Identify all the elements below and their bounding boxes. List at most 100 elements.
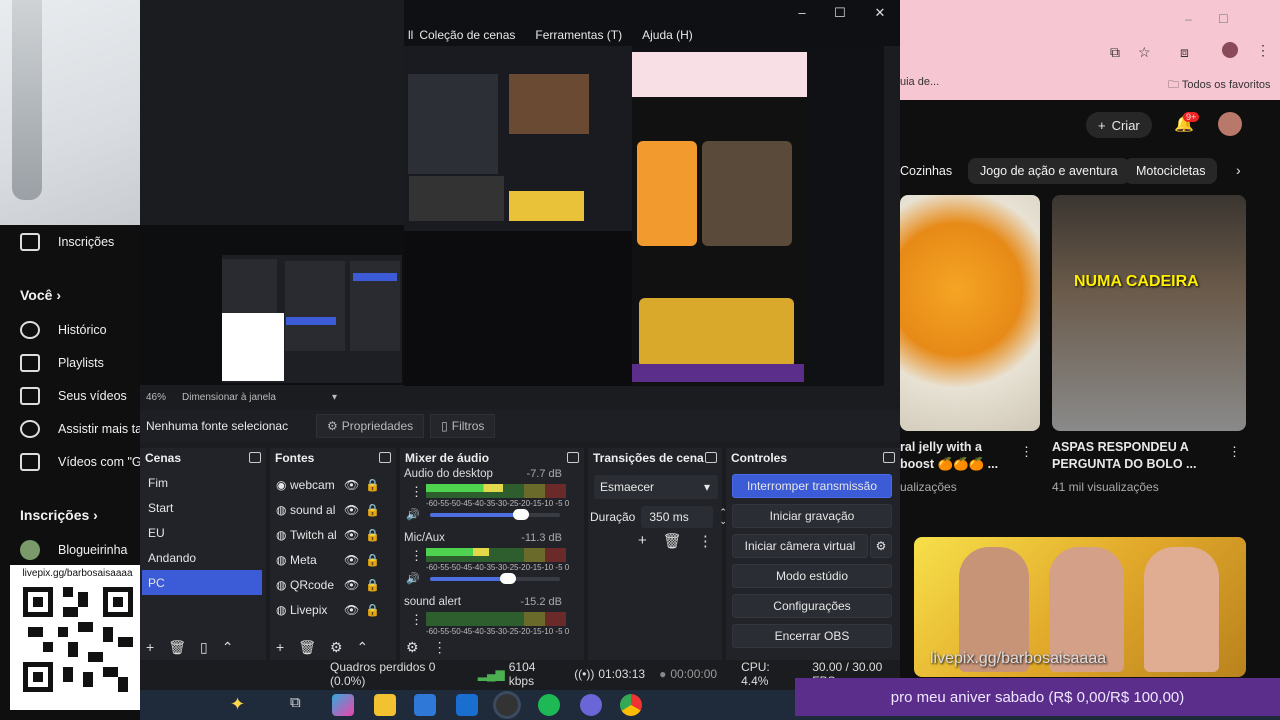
sidebar-item-liked[interactable]: Vídeos com "G <box>20 453 142 471</box>
minimize-icon[interactable]: – <box>1185 12 1192 26</box>
copilot-sparkle-icon[interactable]: ✦ <box>230 694 252 716</box>
video-title[interactable]: ral jelly with a boost 🍊🍊🍊 ... <box>900 439 1018 473</box>
discord-icon[interactable] <box>580 694 602 716</box>
folder-icon[interactable] <box>374 694 396 716</box>
sidebar-you-heading[interactable]: Você › <box>20 287 61 303</box>
lock-icon[interactable]: 🔒 <box>365 528 380 542</box>
eye-icon[interactable]: 👁 <box>344 603 359 617</box>
eye-icon[interactable]: 👁 <box>344 553 359 567</box>
add-icon[interactable]: + <box>146 639 154 655</box>
menu-dots-icon[interactable]: ⋮ <box>1256 42 1270 59</box>
tab-title[interactable]: uia de... <box>900 76 939 88</box>
scene-item[interactable]: Andando <box>142 545 264 570</box>
source-item[interactable]: ◍ sound al 👁 🔒 <box>270 497 396 522</box>
chip-action-games[interactable]: Jogo de ação e aventura <box>968 158 1130 184</box>
sidebar-channel[interactable]: Blogueirinha <box>20 540 128 560</box>
star-icon[interactable]: ☆ <box>1138 44 1151 61</box>
scene-item-selected[interactable]: PC <box>142 570 262 595</box>
start-recording-button[interactable]: Iniciar gravação <box>732 504 892 528</box>
menu-dots-icon[interactable]: ⋮ <box>1020 444 1033 460</box>
video-title[interactable]: ASPAS RESPONDEU A PERGUNTA DO BOLO ... <box>1052 439 1222 473</box>
preview-canvas-left[interactable] <box>140 225 404 385</box>
menu-dots-icon[interactable]: ⋮ <box>410 484 423 500</box>
chevron-up-icon[interactable]: ⌃ <box>222 639 234 656</box>
source-item[interactable]: ◍ Meta 👁 🔒 <box>270 547 396 572</box>
scene-item[interactable]: Start <box>142 495 264 520</box>
volume-slider-handle[interactable] <box>513 509 529 520</box>
volume-slider-handle[interactable] <box>500 573 516 584</box>
sidebar-subscriptions-heading[interactable]: Inscrições › <box>20 507 98 523</box>
lock-icon[interactable]: 🔒 <box>365 553 380 567</box>
chrome-icon[interactable] <box>620 694 642 716</box>
gear-icon[interactable]: ⚙ <box>330 639 343 656</box>
lock-icon[interactable]: 🔒 <box>365 478 380 492</box>
virtual-camera-settings-button[interactable]: ⚙ <box>870 534 892 558</box>
chevron-up-icon[interactable]: ⌃ <box>357 639 369 656</box>
undock-icon[interactable] <box>379 452 391 463</box>
add-icon[interactable]: + <box>638 532 647 550</box>
gear-icon[interactable]: ⚙ <box>406 639 419 656</box>
bookmarks-folder[interactable]: 🗀 Todos os favoritos <box>1168 76 1271 95</box>
eye-icon[interactable]: 👁 <box>344 478 359 492</box>
undock-icon[interactable] <box>249 452 261 463</box>
sidebar-item-playlists[interactable]: Playlists <box>20 354 104 372</box>
scene-item[interactable]: Fim <box>142 470 264 495</box>
obs-icon[interactable] <box>496 694 518 716</box>
chevron-right-icon[interactable]: › <box>1236 162 1241 178</box>
exit-obs-button[interactable]: Encerrar OBS <box>732 624 892 648</box>
volume-slider[interactable] <box>430 573 560 584</box>
speaker-icon[interactable]: 🔊 <box>406 572 420 585</box>
menu-dots-icon[interactable]: ⋮ <box>698 532 713 550</box>
menu-dots-icon[interactable]: ⋮ <box>1228 444 1241 460</box>
add-icon[interactable]: + <box>276 639 284 655</box>
duration-input[interactable]: 350 ms <box>641 506 714 528</box>
stop-streaming-button[interactable]: Interromper transmissão <box>732 474 892 498</box>
speaker-icon[interactable]: 🔊 <box>406 508 420 521</box>
extensions-icon[interactable]: ⧈ <box>1180 44 1189 61</box>
preview-canvas[interactable] <box>404 46 884 386</box>
profile-avatar[interactable] <box>1222 42 1238 58</box>
trash-icon[interactable]: 🗑 <box>298 639 316 656</box>
volume-slider[interactable] <box>430 509 560 520</box>
chip-motorcycles[interactable]: Motocicletas <box>1124 158 1218 184</box>
undock-icon[interactable] <box>567 452 579 463</box>
settings-button[interactable]: Configurações <box>732 594 892 618</box>
properties-button[interactable]: ⚙ Propriedades <box>316 414 425 438</box>
close-icon[interactable]: ✕ <box>870 5 890 21</box>
sidebar-item-your-videos[interactable]: Seus vídeos <box>20 387 127 405</box>
copilot-icon[interactable] <box>332 694 354 716</box>
menu-dots-icon[interactable]: ⋮ <box>410 612 423 628</box>
lock-icon[interactable]: 🔒 <box>365 503 380 517</box>
source-item[interactable]: ◍ Twitch al 👁 🔒 <box>270 522 396 547</box>
eye-icon[interactable]: 👁 <box>344 578 359 592</box>
undock-icon[interactable] <box>883 452 895 463</box>
create-button[interactable]: + Criar <box>1086 112 1152 138</box>
lock-icon[interactable]: 🔒 <box>365 578 380 592</box>
undock-icon[interactable] <box>705 452 717 463</box>
chip-cozinhas[interactable]: Cozinhas <box>900 158 952 184</box>
start-virtual-camera-button[interactable]: Iniciar câmera virtual <box>732 534 868 558</box>
source-item[interactable]: ◉ webcam 👁 🔒 <box>270 472 396 497</box>
sidebar-item-history[interactable]: Histórico <box>20 321 107 339</box>
minimize-icon[interactable]: – <box>792 5 812 20</box>
sidebar-item-watch-later[interactable]: Assistir mais ta <box>20 420 142 438</box>
store-icon[interactable] <box>414 694 436 716</box>
spotify-icon[interactable] <box>538 694 560 716</box>
eye-icon[interactable]: 👁 <box>344 503 359 517</box>
transition-select[interactable]: Esmaecer ▾ <box>594 475 718 499</box>
menu-dots-icon[interactable]: ⋮ <box>433 639 447 656</box>
maximize-icon[interactable]: ☐ <box>830 5 850 21</box>
account-avatar[interactable] <box>1218 112 1242 136</box>
chevron-down-icon[interactable]: ▾ <box>332 392 337 403</box>
video-thumbnail[interactable]: NUMA CADEIRA <box>1052 195 1246 431</box>
trash-icon[interactable]: 🗑 <box>663 532 682 550</box>
source-item[interactable]: ◍ Livepix 👁 🔒 <box>270 597 396 622</box>
filters-button[interactable]: ▯ Filtros <box>430 414 496 438</box>
menu-help[interactable]: Ajuda (H) <box>642 28 693 42</box>
studio-mode-button[interactable]: Modo estúdio <box>732 564 892 588</box>
eye-icon[interactable]: 👁 <box>344 528 359 542</box>
menu-scene-collection[interactable]: Coleção de cenas <box>419 28 515 42</box>
outlook-icon[interactable] <box>456 694 478 716</box>
menu-dots-icon[interactable]: ⋮ <box>410 548 423 564</box>
filter-icon[interactable]: ▯ <box>200 639 208 656</box>
